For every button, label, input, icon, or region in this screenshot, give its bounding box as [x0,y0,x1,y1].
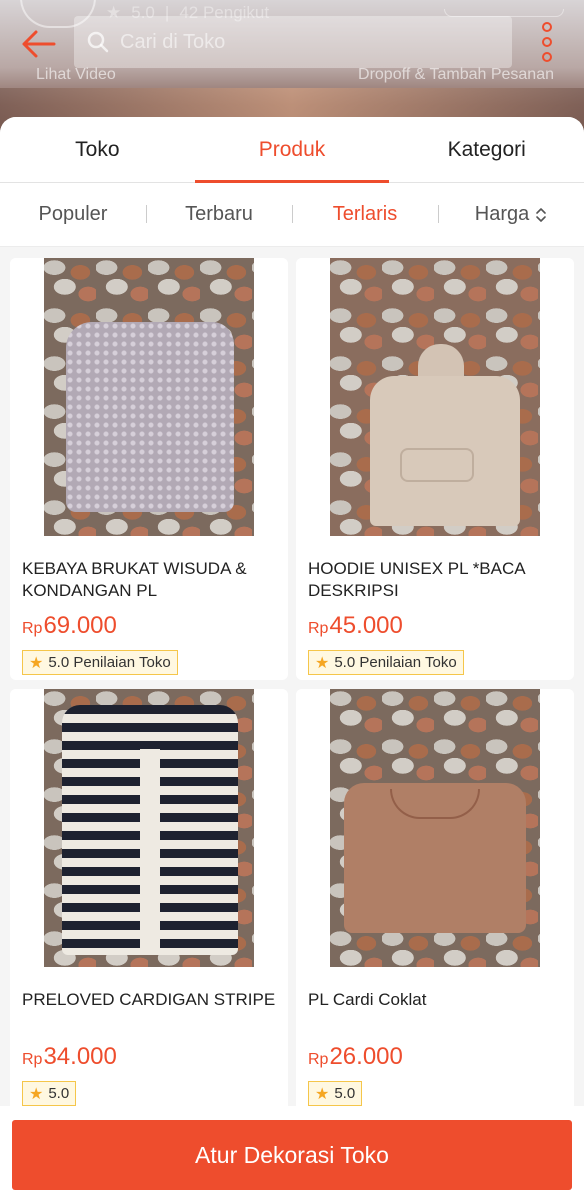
search-icon [87,31,109,53]
star-icon: ★ [29,654,44,672]
product-card[interactable]: HOODIE UNISEX PL *BACA DESKRIPSI Rp 45.0… [296,258,574,680]
rating-badge: ★ 5.0 Penilaian Toko [308,650,464,675]
shop-tabs: Toko Produk Kategori [0,117,584,183]
tab-toko[interactable]: Toko [0,117,195,182]
shop-decoration-button[interactable]: Atur Dekorasi Toko [12,1120,572,1190]
tab-produk[interactable]: Produk [194,117,390,183]
product-sheet: Toko Produk Kategori Populer Terbaru Ter… [0,117,584,1199]
product-card[interactable]: PL Cardi Coklat Rp 26.000 ★ 5.0 [296,689,574,1111]
product-photo [330,689,540,967]
more-options-button[interactable] [532,22,562,62]
product-image [10,258,288,544]
shop-search-bar[interactable] [74,16,512,68]
sort-populer[interactable]: Populer [0,203,146,226]
sort-terlaris[interactable]: Terlaris [292,203,438,226]
product-price: Rp 26.000 [308,1043,403,1070]
product-image [296,258,574,544]
rating-badge: ★ 5.0 [308,1081,363,1106]
product-price: Rp 34.000 [22,1043,117,1070]
product-image [296,689,574,975]
arrow-left-icon [22,30,56,58]
tab-kategori[interactable]: Kategori [389,117,584,182]
search-input[interactable] [120,30,512,54]
product-name: HOODIE UNISEX PL *BACA DESKRIPSI [308,559,525,600]
promo-link[interactable]: Dropoff & Tambah Pesanan [358,66,554,84]
back-button[interactable] [18,24,58,64]
sort-terbaru[interactable]: Terbaru [146,203,292,226]
star-icon: ★ [29,1085,44,1103]
product-photo [330,258,540,536]
sort-harga[interactable]: Harga [438,203,584,226]
product-price: Rp 45.000 [308,612,403,639]
more-dot-icon [542,22,552,32]
more-dot-icon [542,37,552,47]
sort-bar: Populer Terbaru Terlaris Harga [0,183,584,247]
product-image [10,689,288,975]
product-card[interactable]: PRELOVED CARDIGAN STRIPE Rp 34.000 ★ 5.0 [10,689,288,1111]
product-photo [44,689,254,967]
sort-arrows-icon [536,207,547,222]
star-icon: ★ [315,1085,330,1103]
product-name: PRELOVED CARDIGAN STRIPE [22,990,276,1009]
more-dot-icon [542,52,552,62]
product-card[interactable]: KEBAYA BRUKAT WISUDA & KONDANGAN PL Rp 6… [10,258,288,680]
bottom-action-bar: Atur Dekorasi Toko [0,1106,584,1199]
video-link[interactable]: Lihat Video [36,66,116,84]
product-grid: KEBAYA BRUKAT WISUDA & KONDANGAN PL Rp 6… [10,258,574,1111]
product-name: KEBAYA BRUKAT WISUDA & KONDANGAN PL [22,559,247,600]
rating-badge: ★ 5.0 [22,1081,77,1106]
rating-badge: ★ 5.0 Penilaian Toko [22,650,178,675]
product-photo [44,258,254,536]
star-icon: ★ [315,654,330,672]
product-price: Rp 69.000 [22,612,117,639]
product-name: PL Cardi Coklat [308,990,427,1009]
